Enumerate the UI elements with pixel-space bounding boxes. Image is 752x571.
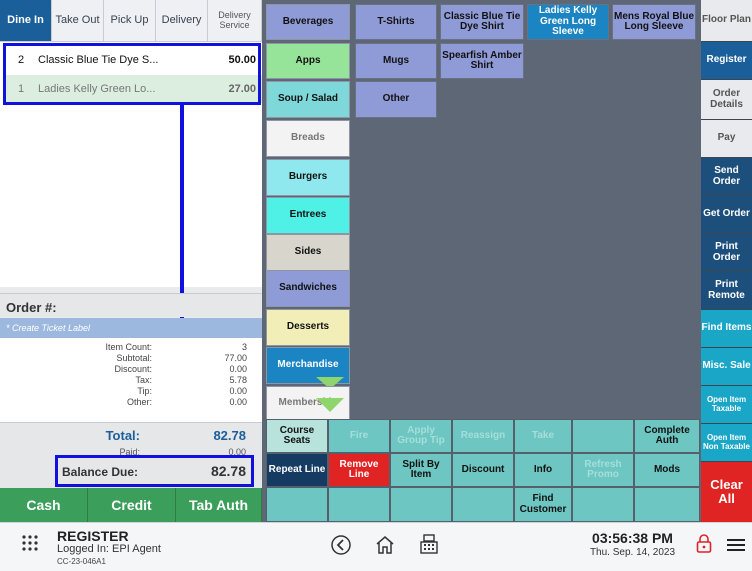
summary-value: 0.00 [229, 386, 247, 396]
print-order-button[interactable]: Print Order [701, 234, 752, 272]
summary-row: Item Count: 3 [0, 342, 262, 353]
footer-title: REGISTER [57, 528, 129, 544]
apply-group-tip-button[interactable]: Apply Group Tip [390, 419, 452, 453]
item-other[interactable]: Other [355, 81, 437, 118]
info-button[interactable]: Info [514, 453, 572, 487]
cash-register-icon[interactable] [418, 533, 440, 555]
summary-label: Subtotal: [116, 353, 152, 363]
category-breads[interactable]: Breads [266, 120, 350, 157]
repeat-line-button[interactable]: Repeat Line [266, 453, 328, 487]
refresh-promo-button[interactable]: Refresh Promo [572, 453, 634, 487]
tab-auth-button[interactable]: Tab Auth [176, 488, 262, 522]
summary-value: 5.78 [229, 375, 247, 385]
summary-row: Discount: 0.00 [0, 364, 262, 375]
open-item-taxable-button[interactable]: Open Item Taxable [701, 386, 752, 424]
total-label: Total: [105, 428, 140, 443]
hamburger-menu-icon[interactable] [727, 537, 745, 553]
tab-take-out[interactable]: Take Out [52, 0, 104, 42]
category-sandwiches[interactable]: Sandwiches [266, 270, 350, 307]
item-mugs[interactable]: Mugs [355, 43, 437, 79]
pos-register-screen: Dine In Take Out Pick Up Delivery Delive… [0, 0, 752, 571]
selected-category-indicator [316, 398, 344, 412]
send-order-button[interactable]: Send Order [701, 158, 752, 196]
discount-button[interactable]: Discount [452, 453, 514, 487]
credit-button[interactable]: Credit [88, 488, 176, 522]
tab-pick-up[interactable]: Pick Up [104, 0, 156, 42]
misc-sale-button[interactable]: Misc. Sale [701, 348, 752, 386]
floor-plan-button[interactable]: Floor Plan [701, 0, 752, 42]
mods-button[interactable]: Mods [634, 453, 700, 487]
home-icon[interactable] [374, 534, 396, 556]
order-number-label: Order #: [0, 293, 262, 317]
summary-value: 77.00 [224, 353, 247, 363]
find-customer-button[interactable]: Find Customer [514, 487, 572, 522]
summary-value: 0.00 [229, 397, 247, 407]
summary-row: Subtotal: 77.00 [0, 353, 262, 364]
apps-grid-icon[interactable] [20, 533, 40, 553]
clear-all-button[interactable]: Clear All [701, 462, 752, 522]
register-button[interactable]: Register [701, 42, 752, 80]
summary-label: Other: [126, 397, 152, 407]
summary-label: Discount: [114, 364, 152, 374]
item-mens-royal-blue[interactable]: Mens Royal Blue Long Sleeve [612, 4, 696, 40]
clock-time: 03:56:38 PM [592, 530, 673, 546]
tab-delivery[interactable]: Delivery [156, 0, 208, 42]
summary-row: Tip: 0.00 [0, 386, 262, 397]
highlight-box-lines [3, 43, 261, 105]
category-entrees[interactable]: Entrees [266, 197, 350, 234]
remove-line-button[interactable]: Remove Line [328, 453, 390, 487]
summary-label: Tip: [137, 386, 152, 396]
open-item-non-taxable-button[interactable]: Open Item Non Taxable [701, 424, 752, 462]
split-by-item-button[interactable]: Split By Item [390, 453, 452, 487]
category-apps[interactable]: Apps [266, 43, 350, 79]
category-soup-salad[interactable]: Soup / Salad [266, 81, 350, 118]
pay-button[interactable]: Pay [701, 120, 752, 158]
empty-action-slot [634, 487, 700, 522]
category-desserts[interactable]: Desserts [266, 309, 350, 346]
item-classic-blue-tie-dye[interactable]: Classic Blue Tie Dye Shirt [440, 4, 524, 40]
find-items-button[interactable]: Find Items [701, 310, 752, 348]
cash-button[interactable]: Cash [0, 488, 88, 522]
logged-in-user: Logged In: EPI Agent [57, 543, 161, 555]
empty-action-slot [452, 487, 514, 522]
item-ladies-kelly-green[interactable]: Ladies Kelly Green Long Sleeve [527, 4, 609, 40]
summary-value: 3 [241, 342, 247, 352]
item-spearfish-amber[interactable]: Spearfish Amber Shirt [440, 43, 524, 79]
item-t-shirts[interactable]: T-Shirts [355, 4, 437, 40]
empty-action-slot [328, 487, 390, 522]
total-value: 82.78 [213, 428, 246, 443]
order-details-button[interactable]: Order Details [701, 80, 752, 120]
tab-delivery-service[interactable]: Delivery Service [208, 0, 262, 42]
get-order-button[interactable]: Get Order [701, 196, 752, 234]
take-button[interactable]: Take [514, 419, 572, 453]
terminal-id: CC-23-046A1 [57, 557, 106, 566]
tab-dine-in[interactable]: Dine In [0, 0, 52, 42]
empty-action-slot [266, 487, 328, 522]
summary-value: 0.00 [229, 364, 247, 374]
empty-action-slot [572, 487, 634, 522]
create-ticket-label-link[interactable]: * Create Ticket Label [0, 318, 262, 338]
fire-button[interactable]: Fire [328, 419, 390, 453]
complete-auth-button[interactable]: Complete Auth [634, 419, 700, 453]
summary-row: Tax: 5.78 [0, 375, 262, 386]
balance-due-label: Balance Due: [62, 465, 139, 479]
balance-due-value: 82.78 [210, 463, 246, 479]
print-remote-button[interactable]: Print Remote [701, 272, 752, 310]
back-icon[interactable] [330, 534, 352, 556]
summary-label: Item Count: [105, 342, 152, 352]
summary-row: Other: 0.00 [0, 397, 262, 408]
category-sides[interactable]: Sides [266, 234, 350, 271]
category-burgers[interactable]: Burgers [266, 159, 350, 196]
course-seats-button[interactable]: Course Seats [266, 419, 328, 453]
category-beverages[interactable]: Beverages [266, 4, 350, 40]
summary-label: Tax: [135, 375, 152, 385]
clock-date: Thu. Sep. 14, 2023 [589, 547, 676, 558]
reassign-button[interactable]: Reassign [452, 419, 514, 453]
empty-action-slot [390, 487, 452, 522]
lock-icon[interactable] [695, 533, 713, 555]
empty-action-slot [572, 419, 634, 453]
